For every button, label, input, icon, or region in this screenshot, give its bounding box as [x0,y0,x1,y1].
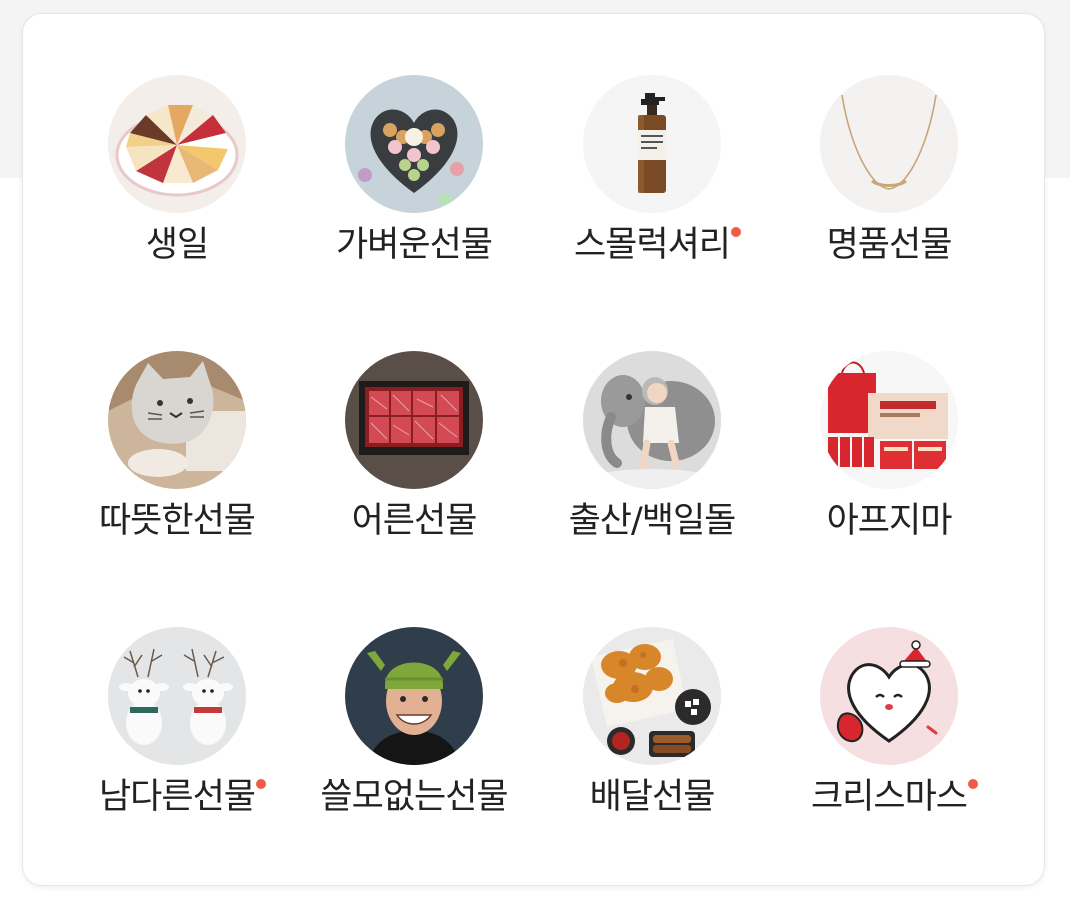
category-label-text: 어른선물 [351,501,478,541]
category-label-text: 아프지마 [826,501,953,541]
category-label-wrap: 남다른선물 [58,775,296,819]
category-label-text: 쓸모없는선물 [320,777,508,817]
category-label: 어른선물 [351,499,478,543]
red-ginseng-gift-icon [820,351,958,489]
fried-chicken-icon [583,627,721,765]
category-label: 따뜻한선물 [98,499,256,543]
category-label: 생일 [145,223,209,267]
category-label-wrap: 가벼운선물 [295,223,533,267]
macaron-box-icon [345,75,483,213]
category-label: 쓸모없는선물 [320,775,508,819]
category-label-text: 출산/백일돌 [568,501,737,541]
category-elder-gift[interactable]: 어른선물 [295,351,533,591]
category-label-text: 남다른선물 [98,777,256,817]
category-delivery-gift[interactable]: 배달선물 [533,627,771,867]
category-label: 명품선물 [826,223,953,267]
category-label: 아프지마 [826,499,953,543]
category-label-wrap: 명품선물 [770,223,1008,267]
perfume-bottle-icon [583,75,721,213]
category-label: 크리스마스 [810,775,978,819]
category-label-wrap: 크리스마스 [770,775,1008,819]
category-label-text: 스몰럭셔리 [573,225,731,265]
reindeer-figures-icon [108,627,246,765]
category-label-wrap: 따뜻한선물 [58,499,296,543]
new-dot [256,779,266,789]
category-label-wrap: 생일 [58,223,296,267]
category-label-text: 생일 [145,225,209,265]
category-label: 출산/백일돌 [568,499,737,543]
category-label-wrap: 어른선물 [295,499,533,543]
category-small-luxury[interactable]: 스몰럭셔리 [533,75,771,315]
category-luxury-gift[interactable]: 명품선물 [770,75,1008,315]
category-useless-gift[interactable]: 쓸모없는선물 [295,627,533,867]
birthday-cake-icon [108,75,246,213]
category-unique-gift[interactable]: 남다른선물 [58,627,296,867]
category-label-wrap: 배달선물 [533,775,771,819]
category-birthday[interactable]: 생일 [58,75,296,315]
new-dot [731,227,741,237]
category-warm-gift[interactable]: 따뜻한선물 [58,351,296,591]
category-get-well[interactable]: 아프지마 [770,351,1008,591]
new-dot [968,779,978,789]
christmas-heart-icon [820,627,958,765]
gift-category-card: 생일 가벼운선물 스몰럭셔리 명품선물 따뜻한선물 어른선물 출산/백일돌 아프… [22,13,1045,886]
necklace-icon [820,75,958,213]
shrek-hat-man-icon [345,627,483,765]
baby-elephant-icon [583,351,721,489]
category-label: 가벼운선물 [335,223,493,267]
cat-cushion-icon [108,351,246,489]
category-label-text: 명품선물 [826,225,953,265]
category-label: 남다른선물 [98,775,266,819]
category-label-wrap: 출산/백일돌 [533,499,771,543]
category-label-wrap: 쓸모없는선물 [295,775,533,819]
category-light-gift[interactable]: 가벼운선물 [295,75,533,315]
category-label: 스몰럭셔리 [573,223,741,267]
category-label-wrap: 아프지마 [770,499,1008,543]
category-label-text: 가벼운선물 [335,225,493,265]
beef-box-icon [345,351,483,489]
category-birth-100days[interactable]: 출산/백일돌 [533,351,771,591]
category-label-wrap: 스몰럭셔리 [533,223,771,267]
category-label-text: 배달선물 [589,777,716,817]
category-label: 배달선물 [589,775,716,819]
category-christmas[interactable]: 크리스마스 [770,627,1008,867]
category-label-text: 크리스마스 [810,777,968,817]
category-label-text: 따뜻한선물 [98,501,256,541]
